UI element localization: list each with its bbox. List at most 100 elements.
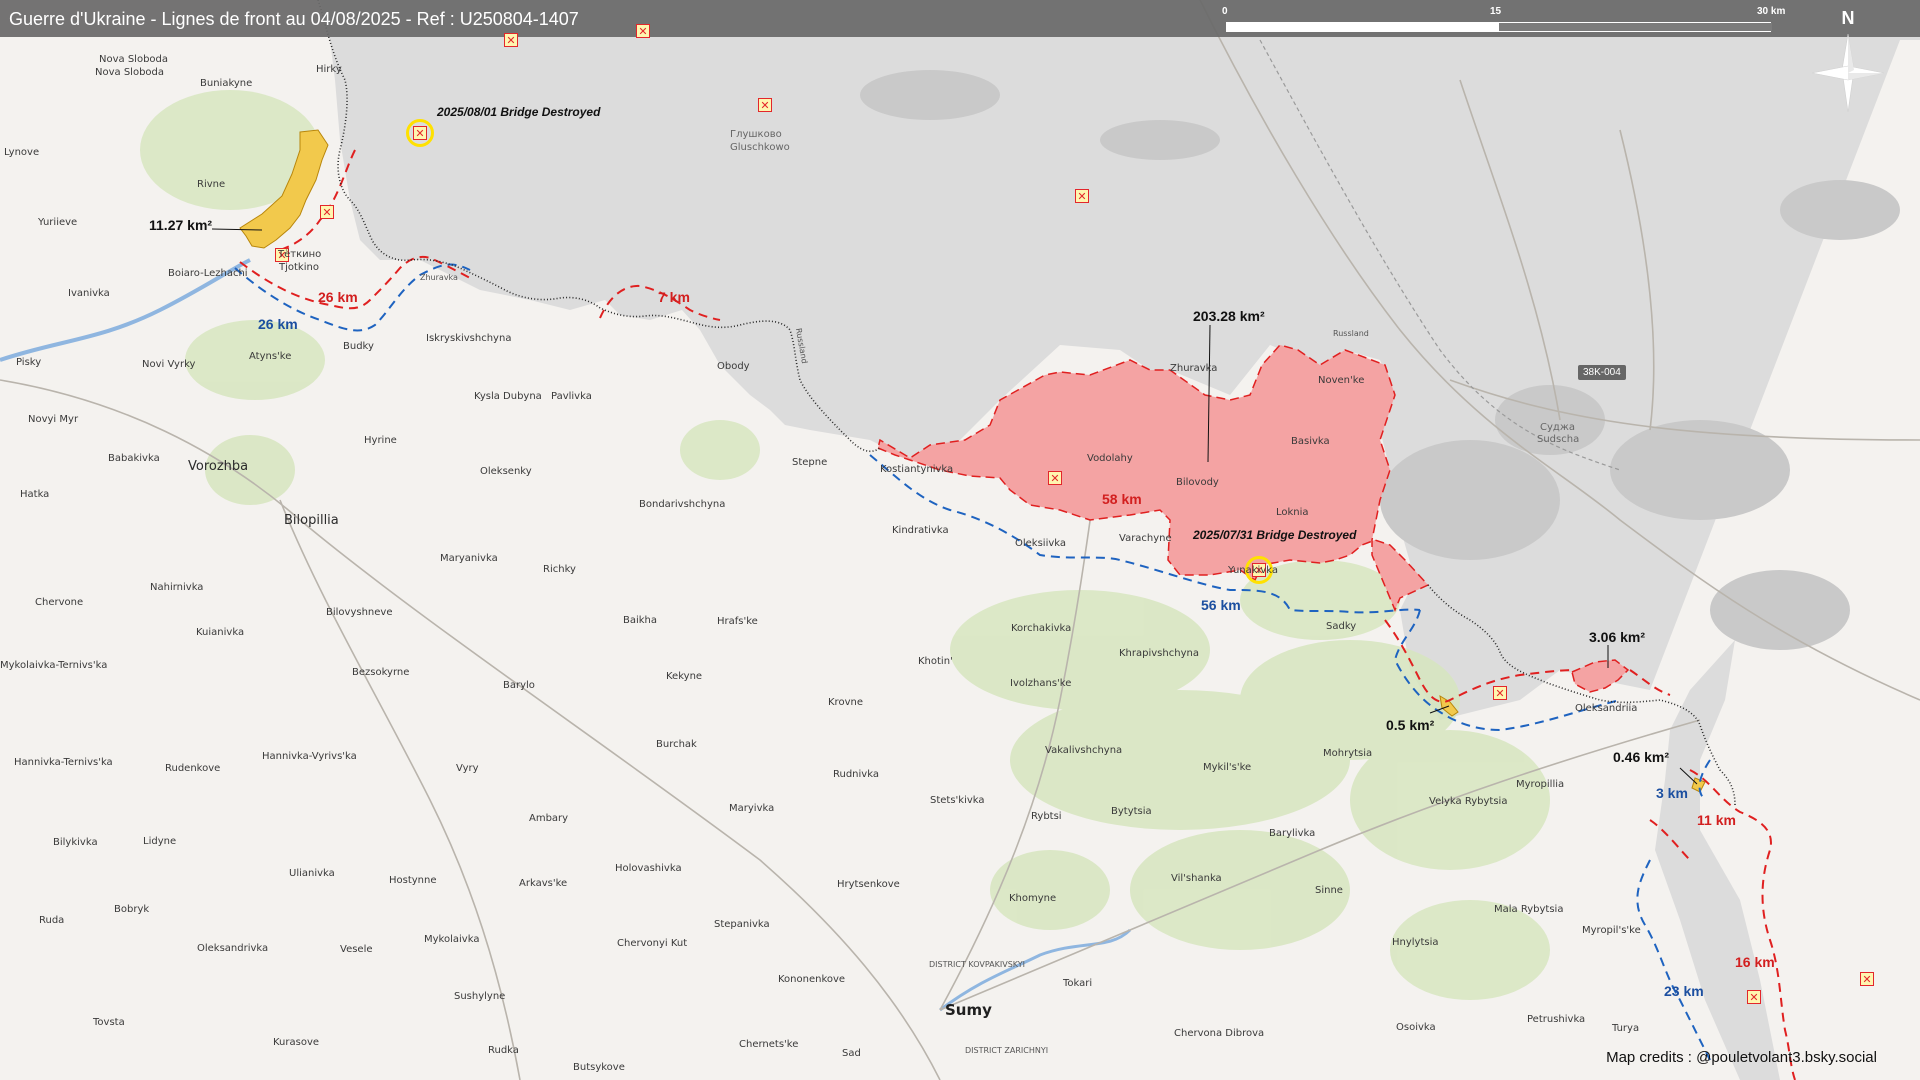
place-label: Buniakyne — [200, 78, 253, 89]
place-label: Bytytsia — [1111, 806, 1152, 817]
place-label: Pavlivka — [551, 391, 592, 402]
place-label: Korchakivka — [1011, 623, 1072, 634]
place-label: Krovne — [828, 697, 863, 708]
place-label: Hirky — [316, 64, 342, 75]
place-label: DISTRICT ZARICHNYI — [965, 1046, 1049, 1055]
place-label: Sushylyne — [454, 991, 506, 1002]
place-label: Iskryskivshchyna — [426, 333, 512, 344]
place-label: Petrushivka — [1527, 1014, 1586, 1025]
place-label: Arkavs'ke — [519, 878, 568, 889]
place-label: Varachyne — [1119, 533, 1172, 544]
area-label: 11.27 km² — [149, 217, 213, 233]
distance-label: 11 km — [1697, 812, 1736, 828]
place-label: Lynove — [4, 147, 40, 158]
distance-label: 3 km — [1656, 785, 1688, 801]
place-label: Тёткино — [278, 249, 322, 260]
distance-label: 56 km — [1201, 597, 1241, 613]
place-label: Hrafs'ke — [717, 616, 758, 627]
place-label: Mykolaivka — [424, 934, 480, 945]
place-label: Bondarivshchyna — [639, 499, 726, 510]
place-label: Bilovyshneve — [326, 607, 393, 618]
place-label: Sudscha — [1537, 434, 1580, 445]
place-label: Oleksandrivka — [197, 943, 269, 954]
place-label: Oleksiivka — [1015, 538, 1067, 549]
place-label: Burchak — [656, 739, 697, 750]
place-label: Vodolahy — [1087, 453, 1133, 464]
place-label: Chervone — [35, 597, 84, 608]
place-label: Hrytsenkove — [837, 879, 900, 890]
place-label: Maryanivka — [440, 553, 498, 564]
place-label: Osoivka — [1396, 1022, 1436, 1033]
place-label: Loknia — [1276, 507, 1309, 518]
place-label: Hannivka-Ternivs'ka — [14, 757, 113, 768]
place-label: Vil'shanka — [1171, 873, 1222, 884]
place-label: Velyka Rybytsia — [1429, 796, 1508, 807]
place-label: Hatka — [20, 489, 50, 500]
place-label: Nahirnivka — [150, 582, 204, 593]
place-label: Yuriieve — [38, 217, 78, 228]
distance-label: 23 km — [1664, 983, 1704, 999]
place-label: Gluschkowo — [730, 142, 790, 153]
place-label: Hnylytsia — [1392, 937, 1439, 948]
place-label: Basivka — [1291, 436, 1330, 447]
place-label: Bezsokyrne — [352, 667, 410, 678]
place-label: Maryivka — [729, 803, 775, 814]
place-label: Hannivka-Vyrivs'ka — [262, 751, 357, 762]
area-label: 203.28 km² — [1193, 308, 1265, 324]
place-label: Vorozhba — [188, 459, 249, 474]
place-label: Tovsta — [93, 1017, 125, 1028]
place-label: Stepne — [792, 457, 828, 468]
place-label: Barylo — [503, 680, 535, 691]
place-label: Oleksandriia — [1575, 703, 1638, 714]
place-label: Sadky — [1326, 621, 1357, 632]
place-label: Budky — [343, 341, 374, 352]
place-label: Ruda — [39, 915, 65, 926]
place-label: Babakivka — [108, 453, 160, 464]
place-label: Ulianivka — [289, 868, 335, 879]
place-label: DISTRICT KOVPAKIVSKYI — [929, 960, 1026, 969]
place-label: Kurasove — [273, 1037, 320, 1048]
place-label: Tokari — [1063, 978, 1093, 989]
place-label: Hyrine — [364, 435, 397, 446]
place-label: Nova Sloboda — [95, 67, 165, 78]
place-label: Sumy — [945, 1001, 992, 1019]
place-label: Myropil's'ke — [1582, 925, 1641, 936]
place-label: Kekyne — [666, 671, 703, 682]
place-label: Mykil's'ke — [1203, 762, 1252, 773]
place-label: Hostynne — [389, 875, 437, 886]
place-label: Kysla Dubyna — [474, 391, 542, 402]
place-label: Bobryk — [114, 904, 150, 915]
place-label: Kononenkove — [778, 974, 846, 985]
place-label: Lidyne — [143, 836, 177, 847]
area-label: 3.06 km² — [1589, 629, 1646, 645]
place-label: Ivanivka — [68, 288, 110, 299]
place-label: Novi Vyrky — [142, 359, 196, 370]
place-label: Chervonyi Kut — [617, 938, 688, 949]
place-label: Mohrytsia — [1323, 748, 1373, 759]
place-label: Holovashivka — [615, 863, 682, 874]
distance-label: 26 km — [258, 316, 298, 332]
place-label: Mykolaivka-Ternivs'ka — [0, 660, 108, 671]
distance-label: 26 km — [318, 289, 358, 305]
place-label: Obody — [717, 361, 750, 372]
place-label: Sad — [842, 1048, 861, 1059]
place-label: Rivne — [197, 179, 226, 190]
place-label: Kuianivka — [196, 627, 245, 638]
place-label: Ambary — [529, 813, 569, 824]
map-credits: Map credits : @pouletvolant3.bsky.social — [1606, 1049, 1877, 1066]
place-label: Turya — [1612, 1023, 1640, 1034]
distance-label: 58 km — [1102, 491, 1142, 507]
place-label: Ivolzhans'ke — [1010, 678, 1072, 689]
place-label: Tjotkino — [279, 262, 319, 273]
place-label: Chervona Dibrova — [1174, 1028, 1265, 1039]
place-label: Stets'kivka — [930, 795, 985, 806]
area-label: 0.5 km² — [1386, 717, 1435, 733]
place-label: Noven'ke — [1318, 375, 1365, 386]
place-label: Vesele — [340, 944, 373, 955]
place-label: Stepanivka — [714, 919, 770, 930]
place-label: Rudka — [488, 1045, 519, 1056]
place-label: Rudnivka — [833, 769, 879, 780]
distance-label: 7 km — [658, 289, 690, 305]
place-label: Barylivka — [1269, 828, 1316, 839]
place-label: Vyry — [456, 763, 479, 774]
